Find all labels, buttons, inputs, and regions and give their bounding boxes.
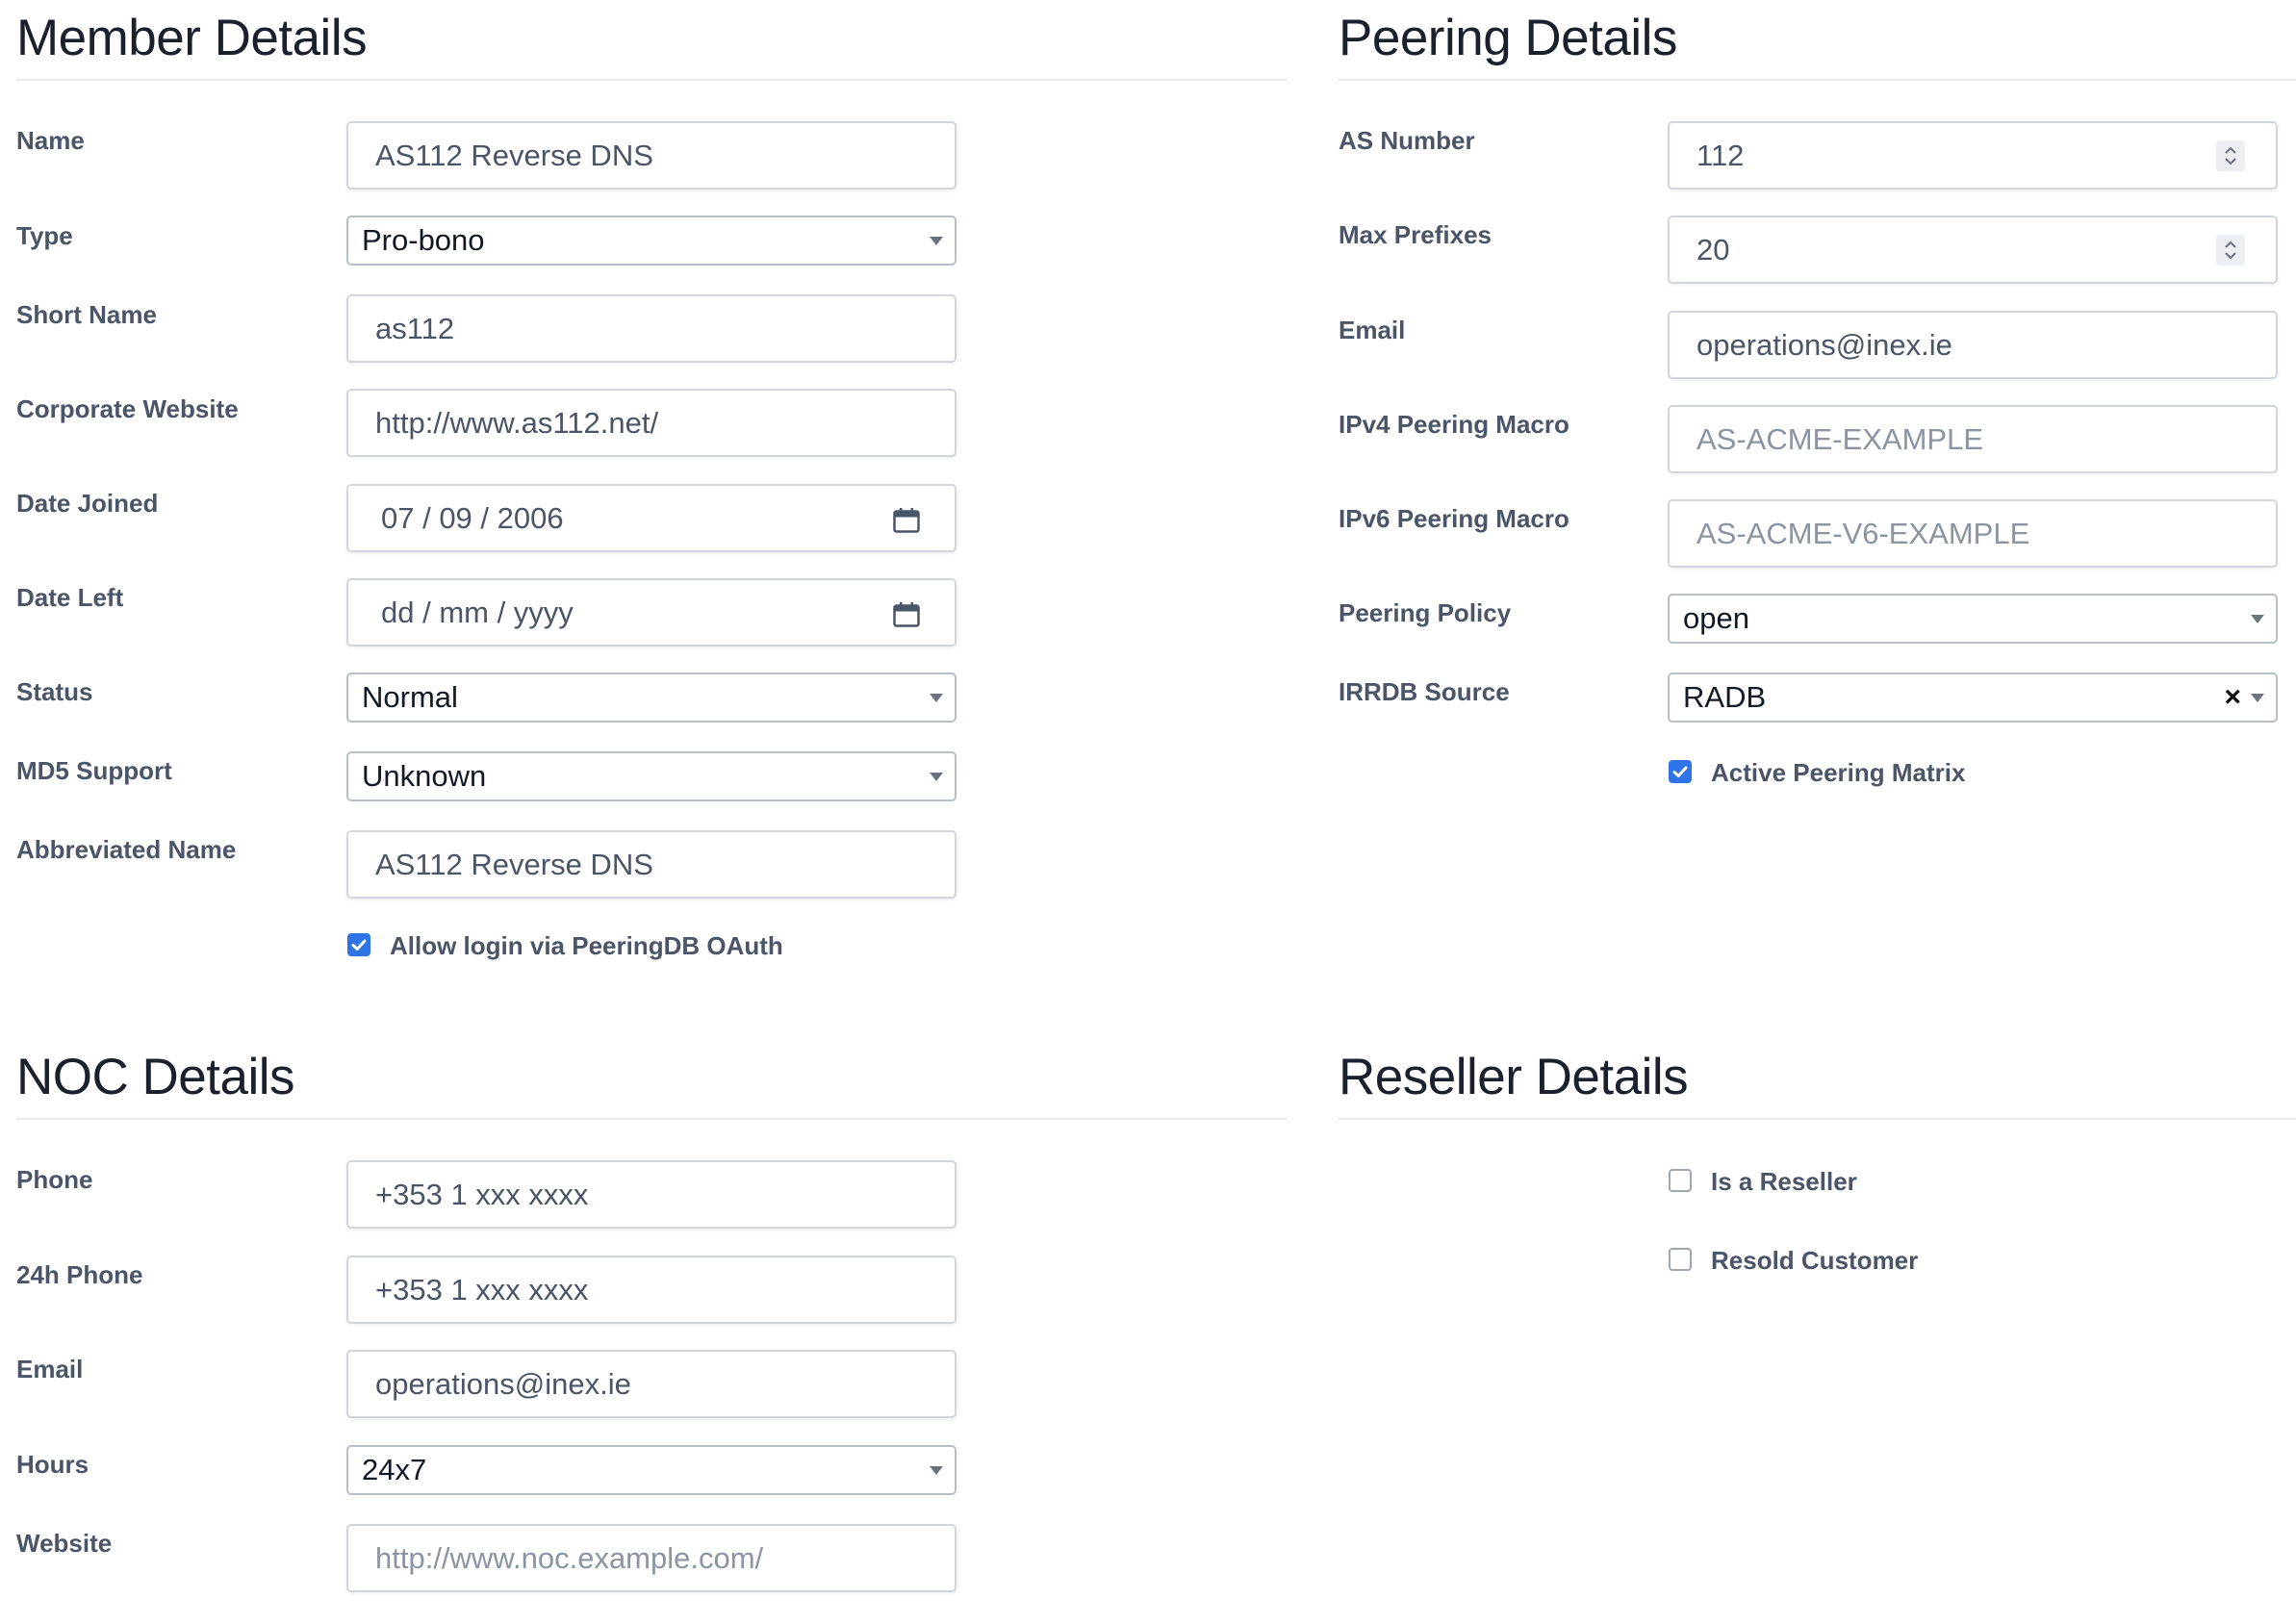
- peering-details-title: Peering Details: [1339, 10, 1677, 66]
- type-select-value: Pro-bono: [362, 223, 485, 257]
- type-label: Type: [16, 221, 73, 250]
- reseller-details-title: Reseller Details: [1339, 1049, 1689, 1105]
- date-left-label: Date Left: [16, 583, 124, 612]
- peering-email-input[interactable]: operations@inex.ie: [1668, 311, 2278, 379]
- noc-website-label: Website: [16, 1529, 113, 1558]
- check-icon: [1672, 766, 1688, 777]
- corporate-website-input[interactable]: http://www.as112.net/: [346, 389, 957, 457]
- noc-hours-label: Hours: [16, 1450, 89, 1479]
- peering-policy-label: Peering Policy: [1339, 598, 1512, 627]
- is-reseller-label[interactable]: Is a Reseller: [1711, 1167, 1857, 1197]
- status-label: Status: [16, 677, 93, 706]
- name-label: Name: [16, 126, 85, 155]
- spinner-icon[interactable]: [2216, 140, 2245, 171]
- active-peering-matrix-checkbox[interactable]: [1669, 760, 1692, 783]
- irrdb-source-select[interactable]: RADB ×: [1668, 672, 2278, 723]
- noc-phone-input[interactable]: +353 1 xxx xxxx: [346, 1160, 957, 1229]
- short-name-input[interactable]: as112: [346, 294, 957, 363]
- date-left-value: dd / mm / yyyy: [381, 595, 574, 629]
- peering-policy-select-value: open: [1683, 601, 1749, 635]
- noc-email-label: Email: [16, 1355, 84, 1383]
- calendar-icon[interactable]: [893, 600, 920, 627]
- ipv4-macro-label: IPv4 Peering Macro: [1339, 410, 1569, 439]
- md5-support-select-value: Unknown: [362, 759, 487, 793]
- as-number-value: 112: [1696, 138, 1745, 172]
- md5-support-label: MD5 Support: [16, 756, 172, 785]
- reseller-details-divider: [1339, 1118, 2296, 1120]
- resold-customer-label[interactable]: Resold Customer: [1711, 1246, 1918, 1276]
- noc-details-divider: [16, 1118, 1287, 1120]
- ipv6-macro-input[interactable]: AS-ACME-V6-EXAMPLE: [1668, 499, 2278, 568]
- noc-24h-phone-label: 24h Phone: [16, 1260, 143, 1289]
- as-number-input[interactable]: 112: [1668, 121, 2278, 190]
- caret-down-icon: [930, 694, 943, 702]
- date-joined-value: 07 / 09 / 2006: [381, 500, 564, 535]
- caret-down-icon: [930, 773, 943, 781]
- abbreviated-name-label: Abbreviated Name: [16, 835, 237, 864]
- spinner-icon[interactable]: [2216, 234, 2245, 266]
- as-number-label: AS Number: [1339, 126, 1475, 155]
- date-left-input[interactable]: dd / mm / yyyy: [346, 578, 957, 647]
- max-prefixes-input[interactable]: 20: [1668, 216, 2278, 284]
- md5-support-select[interactable]: Unknown: [346, 751, 957, 801]
- short-name-label: Short Name: [16, 300, 157, 329]
- date-joined-label: Date Joined: [16, 489, 159, 518]
- status-select-value: Normal: [362, 680, 458, 714]
- type-select[interactable]: Pro-bono: [346, 216, 957, 266]
- calendar-icon[interactable]: [893, 506, 920, 533]
- caret-down-icon: [930, 237, 943, 245]
- irrdb-source-select-value: RADB: [1683, 680, 1767, 714]
- member-details-title: Member Details: [16, 10, 368, 66]
- is-reseller-checkbox[interactable]: [1669, 1169, 1692, 1192]
- peering-email-label: Email: [1339, 316, 1406, 344]
- noc-website-input[interactable]: http://www.noc.example.com/: [346, 1524, 957, 1592]
- caret-down-icon: [2251, 694, 2264, 702]
- caret-down-icon: [930, 1466, 943, 1475]
- noc-hours-select-value: 24x7: [362, 1453, 427, 1486]
- noc-hours-select[interactable]: 24x7: [346, 1445, 957, 1495]
- noc-24h-phone-input[interactable]: +353 1 xxx xxxx: [346, 1256, 957, 1324]
- ipv4-macro-input[interactable]: AS-ACME-EXAMPLE: [1668, 405, 2278, 473]
- caret-down-icon: [2251, 615, 2264, 623]
- noc-details-title: NOC Details: [16, 1049, 295, 1105]
- resold-customer-checkbox[interactable]: [1669, 1248, 1692, 1271]
- max-prefixes-label: Max Prefixes: [1339, 220, 1492, 249]
- peering-policy-select[interactable]: open: [1668, 594, 2278, 644]
- noc-phone-label: Phone: [16, 1165, 93, 1194]
- ipv6-macro-label: IPv6 Peering Macro: [1339, 504, 1569, 533]
- check-icon: [351, 939, 367, 951]
- member-details-divider: [16, 79, 1287, 81]
- name-input[interactable]: AS112 Reverse DNS: [346, 121, 957, 190]
- peering-details-divider: [1339, 79, 2296, 81]
- corporate-website-label: Corporate Website: [16, 394, 239, 423]
- peeringdb-oauth-label[interactable]: Allow login via PeeringDB OAuth: [390, 931, 783, 961]
- status-select[interactable]: Normal: [346, 672, 957, 723]
- active-peering-matrix-label[interactable]: Active Peering Matrix: [1711, 758, 1965, 788]
- abbreviated-name-input[interactable]: AS112 Reverse DNS: [346, 830, 957, 899]
- peeringdb-oauth-checkbox[interactable]: [347, 933, 370, 956]
- irrdb-source-label: IRRDB Source: [1339, 677, 1510, 706]
- max-prefixes-value: 20: [1696, 232, 1730, 266]
- date-joined-input[interactable]: 07 / 09 / 2006: [346, 484, 957, 552]
- clear-icon[interactable]: ×: [2224, 681, 2241, 714]
- noc-email-input[interactable]: operations@inex.ie: [346, 1350, 957, 1418]
